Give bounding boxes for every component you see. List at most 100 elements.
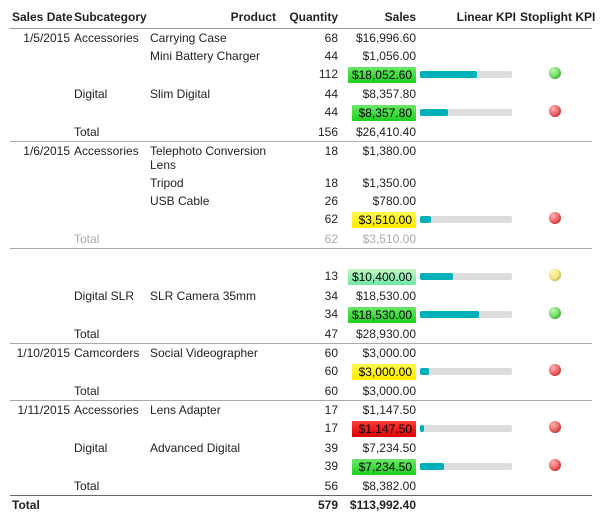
table-row: Tripod18$1,350.00 <box>10 174 592 192</box>
cell-subcategory <box>72 457 148 477</box>
table-row: 44$8,357.80 <box>10 103 592 123</box>
cell-subcategory: Camcorders <box>72 344 148 363</box>
cell-stoplight-kpi <box>518 174 592 192</box>
cell-sales-date <box>10 210 72 230</box>
table-row: Total56$8,382.00 <box>10 477 592 496</box>
cell-product: Social Videographer <box>148 344 278 363</box>
cell-quantity: 60 <box>278 362 340 382</box>
cell-linear-kpi <box>418 230 518 249</box>
cell-stoplight-kpi <box>518 305 592 325</box>
sales-highlight: $10,400.00 <box>348 269 416 285</box>
cell-sales: $16,996.60 <box>340 29 418 48</box>
cell-sales: $18,530.00 <box>340 287 418 305</box>
cell-sales-date <box>10 230 72 249</box>
cell-product <box>148 382 278 401</box>
cell-stoplight-kpi <box>518 457 592 477</box>
cell-product <box>148 65 278 85</box>
cell-product <box>148 457 278 477</box>
cell-sales: $18,052.60 <box>340 65 418 85</box>
cell-linear-kpi <box>418 210 518 230</box>
cell-linear-kpi <box>418 85 518 103</box>
stoplight-green-icon <box>549 67 561 79</box>
cell-sales: $7,234.50 <box>340 457 418 477</box>
cell-subcategory <box>72 174 148 192</box>
cell-stoplight-kpi <box>518 29 592 48</box>
cell-stoplight-kpi <box>518 123 592 142</box>
cell-subcategory: Total <box>72 325 148 344</box>
cell-stoplight-kpi <box>518 103 592 123</box>
table-row: DigitalSlim Digital44$8,357.80 <box>10 85 592 103</box>
table-row: 1/10/2015CamcordersSocial Videographer60… <box>10 344 592 363</box>
cell-quantity: 18 <box>278 142 340 175</box>
sales-highlight: $3,510.00 <box>352 212 416 228</box>
table-row: Total60$3,000.00 <box>10 382 592 401</box>
cell-linear-kpi <box>418 29 518 48</box>
linear-kpi-bar <box>420 71 512 78</box>
cell-linear-kpi <box>418 344 518 363</box>
cell-quantity: 68 <box>278 29 340 48</box>
cell-product: Carrying Case <box>148 29 278 48</box>
cell-quantity: 60 <box>278 344 340 363</box>
cell-subcategory: Accessories <box>72 29 148 48</box>
cell-linear-kpi <box>418 419 518 439</box>
col-sales-date[interactable]: Sales Date <box>10 6 72 29</box>
table-row: 39$7,234.50 <box>10 457 592 477</box>
cell-stoplight-kpi <box>518 401 592 420</box>
cell-linear-kpi <box>418 65 518 85</box>
cell-sales: $1,350.00 <box>340 174 418 192</box>
col-subcategory[interactable]: Subcategory <box>72 6 148 29</box>
cell-subcategory: Digital <box>72 85 148 103</box>
stoplight-red-icon <box>549 421 561 433</box>
cell-subcategory: Accessories <box>72 142 148 175</box>
cell-sales-date <box>10 267 72 287</box>
cell-stoplight-kpi <box>518 210 592 230</box>
col-quantity[interactable]: Quantity <box>278 6 340 29</box>
grand-total-sales: $113,992.40 <box>340 496 418 515</box>
cell-sales-date <box>10 192 72 210</box>
cell-sales-date: 1/5/2015 <box>10 29 72 48</box>
col-product[interactable]: Product <box>148 6 278 29</box>
cell-linear-kpi <box>418 174 518 192</box>
linear-kpi-bar <box>420 273 512 280</box>
cell-subcategory <box>72 210 148 230</box>
cell-quantity: 44 <box>278 47 340 65</box>
cell-stoplight-kpi <box>518 419 592 439</box>
cell-quantity: 17 <box>278 419 340 439</box>
stoplight-red-icon <box>549 364 561 376</box>
cell-sales: $28,930.00 <box>340 325 418 344</box>
cell-product <box>148 123 278 142</box>
table-row <box>10 249 592 268</box>
cell-product <box>148 103 278 123</box>
cell-stoplight-kpi <box>518 230 592 249</box>
cell-stoplight-kpi <box>518 267 592 287</box>
cell-sales: $3,000.00 <box>340 382 418 401</box>
cell-quantity: 56 <box>278 477 340 496</box>
cell-product: Tripod <box>148 174 278 192</box>
cell-sales: $8,357.80 <box>340 103 418 123</box>
col-sales[interactable]: Sales <box>340 6 418 29</box>
cell-quantity: 44 <box>278 85 340 103</box>
cell-quantity: 18 <box>278 174 340 192</box>
cell-sales-date <box>10 123 72 142</box>
table-row: Digital SLRSLR Camera 35mm34$18,530.00 <box>10 287 592 305</box>
cell-sales: $3,510.00 <box>340 210 418 230</box>
col-linear-kpi[interactable]: Linear KPI <box>418 6 518 29</box>
cell-sales: $1,056.00 <box>340 47 418 65</box>
cell-quantity: 47 <box>278 325 340 344</box>
linear-kpi-bar <box>420 425 512 432</box>
linear-kpi-bar <box>420 216 512 223</box>
grand-total-label: Total <box>10 496 278 515</box>
cell-sales: $7,234.50 <box>340 439 418 457</box>
cell-sales: $1,147.50 <box>340 401 418 420</box>
cell-subcategory: Accessories <box>72 401 148 420</box>
cell-sales-date <box>10 174 72 192</box>
grand-total-row: Total 579 $113,992.40 <box>10 496 592 515</box>
stoplight-yellow-icon <box>549 269 561 281</box>
cell-product: USB Cable <box>148 192 278 210</box>
cell-stoplight-kpi <box>518 382 592 401</box>
table-row: Total 47$28,930.00 <box>10 325 592 344</box>
cell-subcategory: Total <box>72 230 148 249</box>
cell-product: Lens Adapter <box>148 401 278 420</box>
cell-sales: $8,382.00 <box>340 477 418 496</box>
col-stoplight-kpi[interactable]: Stoplight KPI <box>518 6 592 29</box>
